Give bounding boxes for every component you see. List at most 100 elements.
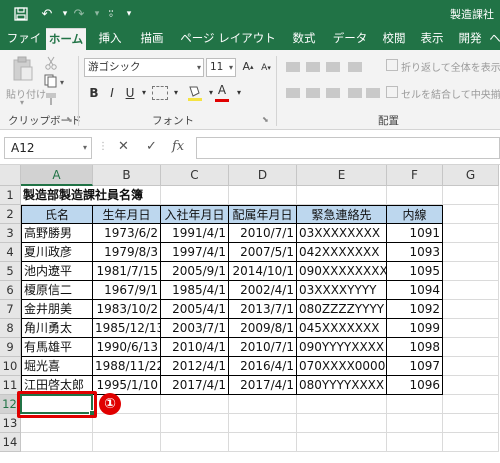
increase-font-icon[interactable]: A▴ [240,58,256,76]
table-header-cell[interactable]: 生年月日 [93,205,161,224]
paste-button[interactable]: 貼り付け ▾ [6,54,46,107]
tab-help[interactable]: ヘ [488,28,500,50]
row-header-3[interactable]: 3 [0,224,21,243]
font-name-combo[interactable]: 游ゴシック ▾ [84,58,204,77]
font-color-dropdown-icon[interactable]: ▾ [231,84,247,102]
align-bottom-icon[interactable] [326,62,340,72]
cell[interactable] [297,395,387,414]
row-header-14[interactable]: 14 [0,433,21,452]
align-left-icon[interactable] [286,88,300,98]
cell[interactable] [443,319,499,338]
table-data-cell[interactable]: 高野勝男 [21,224,93,243]
table-data-cell[interactable]: 2010/7/1 [229,224,297,243]
cell[interactable] [21,433,93,452]
fill-color-icon[interactable] [186,84,204,102]
tab-insert[interactable]: 挿入 [92,28,128,50]
table-data-cell[interactable]: 03XXXXYYYY [297,281,387,300]
column-header-g[interactable]: G [443,165,499,186]
table-data-cell[interactable]: 2012/4/1 [161,357,229,376]
table-data-cell[interactable]: 1985/12/13 [93,319,161,338]
cell[interactable] [297,414,387,433]
table-data-cell[interactable]: 2005/9/1 [161,262,229,281]
align-right-icon[interactable] [326,88,340,98]
cancel-icon[interactable]: ✕ [118,139,129,154]
tab-home[interactable]: ホーム [46,28,86,50]
cell[interactable] [297,433,387,452]
table-header-cell[interactable]: 入社年月日 [161,205,229,224]
table-data-cell[interactable]: 070XXXX0000 [297,357,387,376]
table-data-cell[interactable]: 角川勇太 [21,319,93,338]
cell[interactable] [297,186,387,205]
tab-draw[interactable]: 描画 [134,28,170,50]
table-data-cell[interactable]: 2010/4/1 [161,338,229,357]
row-header-5[interactable]: 5 [0,262,21,281]
clipboard-launcher-icon[interactable]: ⬊ [66,115,73,124]
table-data-cell[interactable]: 1981/7/15 [93,262,161,281]
cell[interactable] [229,395,297,414]
table-data-cell[interactable]: 1091 [387,224,443,243]
table-header-cell[interactable]: 配属年月日 [229,205,297,224]
cell[interactable] [161,395,229,414]
table-data-cell[interactable]: 1990/6/13 [93,338,161,357]
tab-developer[interactable]: 開発 [454,28,486,50]
table-data-cell[interactable]: 1991/4/1 [161,224,229,243]
table-data-cell[interactable]: 池内遼平 [21,262,93,281]
align-center-icon[interactable] [306,88,320,98]
table-data-cell[interactable]: 1979/8/3 [93,243,161,262]
table-data-cell[interactable]: 080ZZZZYYYY [297,300,387,319]
column-header-b[interactable]: B [93,165,161,186]
cell[interactable] [443,243,499,262]
table-data-cell[interactable]: 2010/7/1 [229,338,297,357]
bold-button[interactable]: B [86,84,102,102]
borders-icon[interactable] [152,86,168,100]
cell[interactable] [443,338,499,357]
cell[interactable] [93,433,161,452]
wrap-text-button[interactable]: 折り返して全体を表示する [401,59,500,74]
cell[interactable] [161,414,229,433]
table-data-cell[interactable]: 有馬雄平 [21,338,93,357]
table-data-cell[interactable]: 1995/1/10 [93,376,161,395]
worksheet-grid[interactable]: A B C D E F G 1 2 3 4 5 6 7 8 9 10 11 12 13 14 製造部製造課社員名簿 氏名 生年… [0,165,500,463]
table-data-cell[interactable]: 2007/5/1 [229,243,297,262]
customize-toolbar-icon[interactable]: ▾ [118,4,140,24]
table-data-cell[interactable]: 1093 [387,243,443,262]
row-header-7[interactable]: 7 [0,300,21,319]
table-data-cell[interactable]: 1967/9/1 [93,281,161,300]
cell[interactable] [443,433,499,452]
table-data-cell[interactable]: 1092 [387,300,443,319]
table-data-cell[interactable]: 2005/4/1 [161,300,229,319]
tab-page-layout[interactable]: ページ レイアウト [178,28,278,50]
align-top-icon[interactable] [286,62,300,72]
font-color-button[interactable]: A [214,83,230,103]
name-box[interactable]: A12 ▾ [4,137,92,159]
table-data-cell[interactable]: 1097 [387,357,443,376]
table-data-cell[interactable]: 2017/4/1 [161,376,229,395]
cell[interactable] [229,433,297,452]
table-data-cell[interactable]: 090XXXXXXXX [297,262,387,281]
row-header-2[interactable]: 2 [0,205,21,224]
cell[interactable] [443,281,499,300]
cell[interactable] [443,300,499,319]
decrease-indent-icon[interactable] [348,88,362,98]
row-header-4[interactable]: 4 [0,243,21,262]
font-size-combo[interactable]: 11 ▾ [206,58,236,77]
table-data-cell[interactable]: 1098 [387,338,443,357]
column-header-a[interactable]: A [21,165,93,186]
table-data-cell[interactable]: 1099 [387,319,443,338]
enter-icon[interactable]: ✓ [146,139,157,154]
sheet-title-cell[interactable]: 製造部製造課社員名簿 [21,186,143,205]
cell[interactable] [443,376,499,395]
formula-input[interactable] [196,137,500,159]
font-launcher-icon[interactable]: ⬊ [262,115,269,124]
row-header-10[interactable]: 10 [0,357,21,376]
table-header-cell[interactable]: 緊急連絡先 [297,205,387,224]
table-data-cell[interactable]: 2017/4/1 [229,376,297,395]
column-header-f[interactable]: F [387,165,443,186]
table-header-cell[interactable]: 内線 [387,205,443,224]
row-header-1[interactable]: 1 [0,186,21,205]
tab-review[interactable]: 校閲 [378,28,410,50]
cell[interactable] [93,186,161,205]
table-header-cell[interactable]: 氏名 [21,205,93,224]
table-data-cell[interactable]: 045XXXXXXX [297,319,387,338]
save-icon[interactable] [10,4,32,24]
